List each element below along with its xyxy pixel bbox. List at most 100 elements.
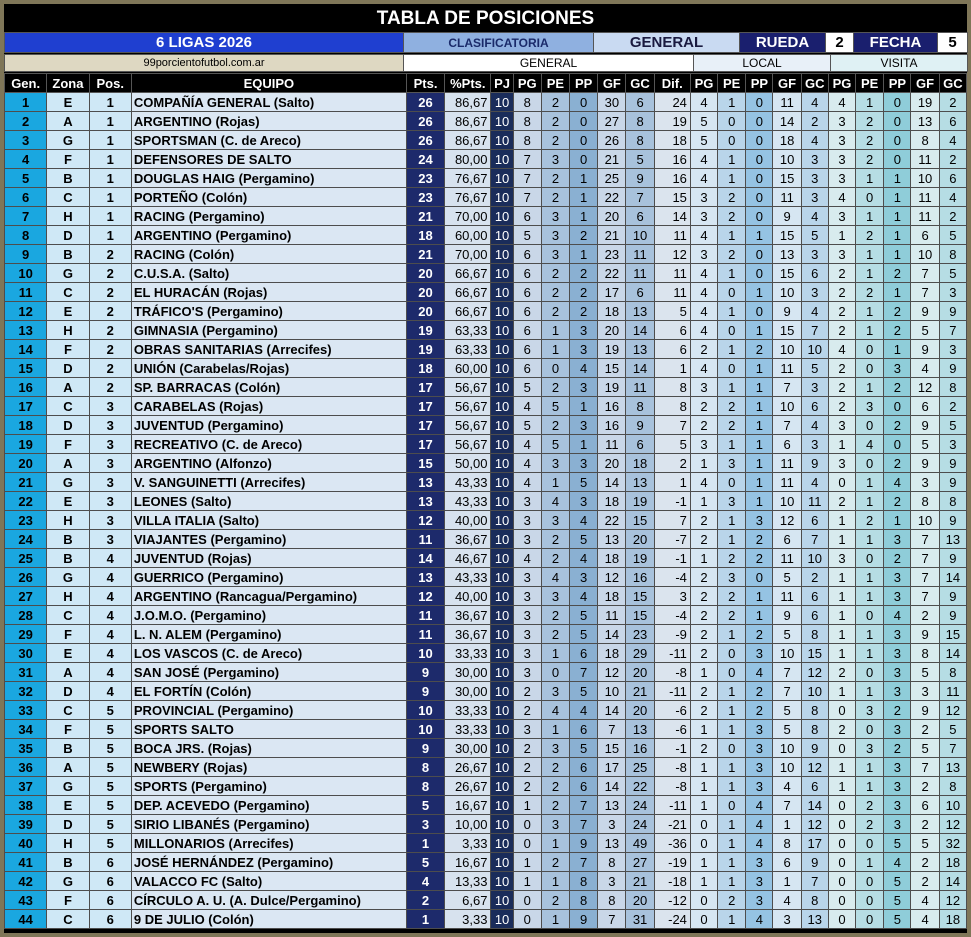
table-row[interactable]: 5 B 1 DOUGLAS HAIG (Pergamino) 23 76,67 10 7 2 1 2… bbox=[3, 168, 968, 188]
column-header[interactable]: GC bbox=[625, 73, 655, 93]
table-row[interactable]: 9 B 2 RACING (Colón) 21 70,00 10 6 3 1 23 11 12 3 2 0 13… bbox=[3, 244, 968, 264]
table-row[interactable]: 22 E 3 LEONES (Salto) 13 43,33 10 3 4 3 18 19 -1 1 3 1 1… bbox=[3, 491, 968, 511]
won-cell: 0 bbox=[512, 909, 542, 929]
table-row[interactable]: 27 H 4 ARGENTINO (Rancagua/Pergamino) 12 40,0… bbox=[3, 586, 968, 606]
points-percent-cell: 36,67 bbox=[444, 529, 492, 549]
table-row[interactable]: 35 B 5 BOCA JRS. (Rojas) 9 30,00 10 2 3 5 15 16 -1 2 0… bbox=[3, 738, 968, 758]
table-row[interactable]: 14 F 2 OBRAS SANITARIAS (Arrecifes) 19 63,33 1… bbox=[3, 339, 968, 359]
table-row[interactable]: 15 D 2 UNIÓN (Carabelas/Rojas) 18 60,00 10 6 0 4 1… bbox=[3, 358, 968, 378]
table-row[interactable]: 24 B 3 VIAJANTES (Pergamino) 11 36,67 10 3 2 5 13 2… bbox=[3, 529, 968, 549]
won-cell: 7 bbox=[512, 187, 542, 207]
table-row[interactable]: 10 G 2 C.U.S.A. (Salto) 20 66,67 10 6 2 2 22 11 11 4 1… bbox=[3, 263, 968, 283]
away-won-cell: 1 bbox=[827, 681, 857, 701]
column-header[interactable]: GF bbox=[597, 73, 627, 93]
table-row[interactable]: 19 F 3 RECREATIVO (C. de Areco) 17 56,67 10 4 5 1… bbox=[3, 434, 968, 454]
table-row[interactable]: 21 G 3 V. SANGUINETTI (Arrecifes) 13 43,33 10 4… bbox=[3, 472, 968, 492]
home-drawn-cell: 3 bbox=[717, 491, 747, 511]
table-row[interactable]: 11 C 2 EL HURACÁN (Rojas) 20 66,67 10 6 2 2 17 6 11 4… bbox=[3, 282, 968, 302]
gen-position-cell: 18 bbox=[3, 415, 48, 435]
table-row[interactable]: 6 C 1 PORTEÑO (Colón) 23 76,67 10 7 2 1 22 7 15 3 2 0 11… bbox=[3, 187, 968, 207]
table-row[interactable]: 37 G 5 SPORTS (Pergamino) 8 26,67 10 2 2 6 14 22 -8 1… bbox=[3, 776, 968, 796]
played-cell: 10 bbox=[490, 301, 514, 321]
table-row[interactable]: 34 F 5 SPORTS SALTO 10 33,33 10 3 1 6 7 13 -6 1 1 3 5 8 2 0… bbox=[3, 719, 968, 739]
column-header[interactable]: PP bbox=[569, 73, 599, 93]
gen-position-cell: 23 bbox=[3, 510, 48, 530]
table-row[interactable]: 25 B 4 JUVENTUD (Rojas) 14 46,67 10 4 2 4 18 19 -1 1 2… bbox=[3, 548, 968, 568]
away-drawn-cell: 0 bbox=[855, 909, 885, 929]
column-header[interactable]: PJ bbox=[490, 73, 514, 93]
column-header[interactable]: GF bbox=[772, 73, 802, 93]
general-tab[interactable]: GENERAL bbox=[593, 32, 740, 53]
table-row[interactable]: 44 C 6 9 DE JULIO (Colón) 1 3,33 10 0 1 9 7 31 -24 0 1… bbox=[3, 909, 968, 929]
column-header[interactable]: PP bbox=[883, 73, 912, 93]
column-header[interactable]: Gen. bbox=[3, 73, 48, 93]
away-won-cell: 3 bbox=[827, 453, 857, 473]
column-header[interactable]: Zona bbox=[46, 73, 90, 93]
table-row[interactable]: 30 E 4 LOS VASCOS (C. de Areco) 10 33,33 10 3 1 6… bbox=[3, 643, 968, 663]
away-lost-cell: 5 bbox=[883, 833, 912, 853]
table-row[interactable]: 8 D 1 ARGENTINO (Pergamino) 18 60,00 10 5 3 2 21 10… bbox=[3, 225, 968, 245]
zone-position-cell: 6 bbox=[88, 890, 132, 910]
table-row[interactable]: 33 C 5 PROVINCIAL (Pergamino) 10 33,33 10 2 4 4 14… bbox=[3, 700, 968, 720]
table-row[interactable]: 32 D 4 EL FORTÍN (Colón) 9 30,00 10 2 3 5 10 21 -11 2… bbox=[3, 681, 968, 701]
points-cell: 26 bbox=[405, 92, 446, 112]
column-header[interactable]: PP bbox=[745, 73, 774, 93]
table-row[interactable]: 29 F 4 L. N. ALEM (Pergamino) 11 36,67 10 3 2 5 14… bbox=[3, 624, 968, 644]
column-header[interactable]: PG bbox=[512, 73, 542, 93]
table-row[interactable]: 38 E 5 DEP. ACEVEDO (Pergamino) 5 16,67 10 1 2 7 1… bbox=[3, 795, 968, 815]
column-header[interactable]: PG bbox=[689, 73, 719, 93]
away-drawn-cell: 2 bbox=[855, 814, 885, 834]
home-won-cell: 2 bbox=[689, 643, 719, 663]
table-row[interactable]: 43 F 6 CÍRCULO A. U. (A. Dulce/Pergamino) 2 6… bbox=[3, 890, 968, 910]
table-row[interactable]: 16 A 2 SP. BARRACAS (Colón) 17 56,67 10 5 2 3 19 11… bbox=[3, 377, 968, 397]
table-row[interactable]: 3 G 1 SPORTSMAN (C. de Areco) 26 86,67 10 8 2 0 26… bbox=[3, 130, 968, 150]
points-cell: 12 bbox=[405, 510, 446, 530]
table-row[interactable]: 39 D 5 SIRIO LIBANÉS (Pergamino) 3 10,00 10 0 3 7… bbox=[3, 814, 968, 834]
zone-position-cell: 5 bbox=[88, 700, 132, 720]
drawn-cell: 2 bbox=[540, 263, 571, 283]
gen-position-cell: 7 bbox=[3, 206, 48, 226]
table-row[interactable]: 13 H 2 GIMNASIA (Pergamino) 19 63,33 10 6 1 3 20 14… bbox=[3, 320, 968, 340]
table-row[interactable]: 20 A 3 ARGENTINO (Alfonzo) 15 50,00 10 4 3 3 20 18 2… bbox=[3, 453, 968, 473]
points-percent-cell: 66,67 bbox=[444, 301, 492, 321]
column-header[interactable]: Dif. bbox=[653, 73, 691, 93]
table-row[interactable]: 12 E 2 TRÁFICO'S (Pergamino) 20 66,67 10 6 2 2 18 1… bbox=[3, 301, 968, 321]
column-header[interactable]: GF bbox=[910, 73, 940, 93]
home-goals-for-cell: 10 bbox=[772, 149, 802, 169]
home-goals-for-cell: 11 bbox=[772, 586, 802, 606]
column-header[interactable]: GC bbox=[800, 73, 829, 93]
table-row[interactable]: 7 H 1 RACING (Pergamino) 21 70,00 10 6 3 1 20 6 14 3 2… bbox=[3, 206, 968, 226]
points-cell: 19 bbox=[405, 320, 446, 340]
table-row[interactable]: 4 F 1 DEFENSORES DE SALTO 24 80,00 10 7 3 0 21 5 16 4… bbox=[3, 149, 968, 169]
table-row[interactable]: 26 G 4 GUERRICO (Pergamino) 13 43,33 10 3 4 3 12 16… bbox=[3, 567, 968, 587]
goals-for-cell: 3 bbox=[597, 871, 627, 891]
column-header[interactable]: Pos. bbox=[88, 73, 132, 93]
table-row[interactable]: 42 G 6 VALACCO FC (Salto) 4 13,33 10 1 1 8 3 21 -18 1… bbox=[3, 871, 968, 891]
column-header[interactable]: Pts. bbox=[405, 73, 446, 93]
drawn-cell: 3 bbox=[540, 586, 571, 606]
table-row[interactable]: 41 B 6 JOSÉ HERNÁNDEZ (Pergamino) 5 16,67 10 1 2… bbox=[3, 852, 968, 872]
table-row[interactable]: 18 D 3 JUVENTUD (Pergamino) 17 56,67 10 5 2 3 16 9 7… bbox=[3, 415, 968, 435]
table-row[interactable]: 40 H 5 MILLONARIOS (Arrecifes) 1 3,33 10 0 1 9 13 4… bbox=[3, 833, 968, 853]
clasificatoria-tab[interactable]: CLASIFICATORIA bbox=[403, 32, 594, 53]
table-row[interactable]: 31 A 4 SAN JOSÉ (Pergamino) 9 30,00 10 3 0 7 12 20-… bbox=[3, 662, 968, 682]
table-row[interactable]: 2 A 1 ARGENTINO (Rojas) 26 86,67 10 8 2 0 27 8 19 5 0 0… bbox=[3, 111, 968, 131]
column-header[interactable]: PE bbox=[855, 73, 885, 93]
column-header[interactable]: PG bbox=[827, 73, 857, 93]
column-header[interactable]: EQUIPO bbox=[130, 73, 407, 93]
table-row[interactable]: 28 C 4 J.O.M.O. (Pergamino) 11 36,67 10 3 2 5 11 15… bbox=[3, 605, 968, 625]
column-header[interactable]: PE bbox=[540, 73, 571, 93]
home-goals-against-cell: 4 bbox=[800, 130, 829, 150]
table-row[interactable]: 17 C 3 CARABELAS (Rojas) 17 56,67 10 4 5 1 16 8 8 2 2 1… bbox=[3, 396, 968, 416]
table-row[interactable]: 23 H 3 VILLA ITALIA (Salto) 12 40,00 10 3 3 4 22 15… bbox=[3, 510, 968, 530]
points-percent-cell: 43,33 bbox=[444, 491, 492, 511]
table-row[interactable]: 1 E 1 COMPAÑÍA GENERAL (Salto) 26 86,67 10 8 2 0 3… bbox=[3, 92, 968, 112]
column-header[interactable]: %Pts. bbox=[444, 73, 492, 93]
away-goals-against-cell: 3 bbox=[938, 282, 968, 302]
table-row[interactable]: 36 A 5 NEWBERY (Rojas) 8 26,67 10 2 2 6 17 25 -8 1 1 3 1… bbox=[3, 757, 968, 777]
goal-difference-cell: -1 bbox=[653, 548, 691, 568]
column-header[interactable]: GC bbox=[938, 73, 968, 93]
lost-cell: 8 bbox=[569, 871, 599, 891]
home-drawn-cell: 2 bbox=[717, 244, 747, 264]
column-header[interactable]: PE bbox=[717, 73, 747, 93]
